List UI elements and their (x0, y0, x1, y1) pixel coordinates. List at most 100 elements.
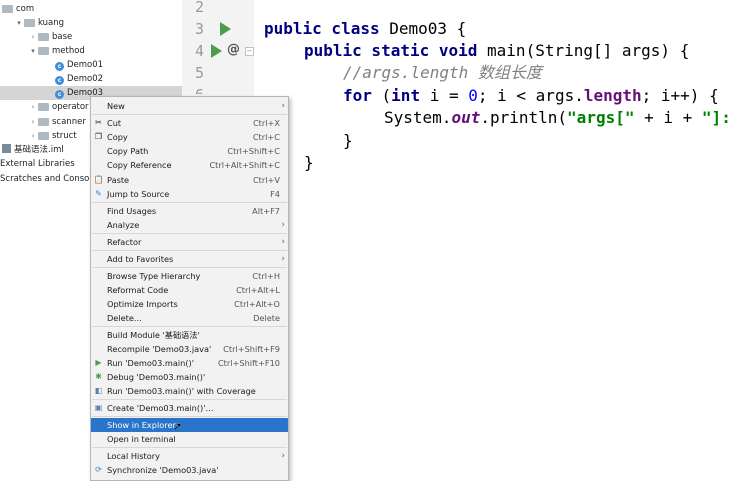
menu-separator (92, 114, 287, 115)
code-text: + i + (634, 108, 702, 127)
menu-item-optimize-imports[interactable]: Optimize Imports Ctrl+Alt+O (91, 297, 288, 311)
coverage-icon: ◧ (94, 386, 103, 395)
menu-item-refactor[interactable]: Refactor › (91, 235, 288, 249)
menu-item-jump-to-source[interactable]: ✎ Jump to Source F4 (91, 187, 288, 201)
tree-item-external-libraries[interactable]: External Libraries (0, 157, 75, 171)
menu-separator (92, 233, 287, 234)
submenu-arrow-icon: › (281, 220, 285, 230)
code-line-println: System.out.println("args[" + i + "]: (384, 107, 731, 129)
menu-item-new[interactable]: New › (91, 99, 288, 113)
tree-item-com[interactable]: com (2, 2, 34, 16)
tree-item-label: base (52, 32, 73, 42)
field-reference: out (451, 108, 481, 127)
tree-item-struct[interactable]: › struct (28, 129, 77, 143)
menu-item-delete[interactable]: Delete... Delete (91, 311, 288, 325)
keyword: for (343, 86, 382, 105)
java-class-icon: c (55, 90, 64, 99)
override-icon[interactable]: @ (227, 42, 240, 57)
chevron-down-icon[interactable]: ▾ (28, 44, 38, 58)
tree-item-demo01[interactable]: c Demo01 (55, 58, 103, 72)
menu-shortcut: Ctrl+X (252, 118, 280, 128)
menu-item-label: Find Usages (107, 206, 157, 216)
tree-item-scratches[interactable]: Scratches and Console (0, 172, 97, 186)
run-icon: ▶ (95, 358, 102, 367)
menu-item-debug[interactable]: ✱ Debug 'Demo03.main()' (91, 370, 288, 384)
menu-shortcut: F4 (270, 189, 280, 199)
line-number: 4 (194, 42, 204, 60)
menu-item-copy-path[interactable]: Copy Path Ctrl+Shift+C (91, 144, 288, 158)
run-class-icon[interactable] (220, 22, 231, 36)
code-text: i = (429, 86, 469, 105)
fold-marker-icon[interactable]: − (245, 47, 254, 56)
menu-shortcut: Ctrl+Alt+L (236, 285, 280, 295)
menu-separator (92, 202, 287, 203)
tree-item-kuang[interactable]: ▾ kuang (14, 16, 64, 30)
menu-item-show-in-explorer[interactable]: Show in Explorer ➚ (91, 418, 288, 432)
menu-shortcut: Delete (253, 313, 280, 323)
field-reference: length (583, 86, 642, 105)
chevron-down-icon[interactable]: ▾ (14, 16, 24, 30)
chevron-right-icon[interactable]: › (28, 129, 38, 143)
folder-icon (38, 47, 49, 55)
tree-item-demo02[interactable]: c Demo02 (55, 72, 103, 86)
tree-item-label: External Libraries (0, 159, 75, 169)
folder-icon (38, 103, 49, 111)
menu-item-local-history[interactable]: Local History › (91, 449, 288, 463)
menu-item-reformat-code[interactable]: Reformat Code Ctrl+Alt+L (91, 283, 288, 297)
code-text: ( (381, 86, 392, 105)
menu-item-create-configuration[interactable]: ▣ Create 'Demo03.main()'... (91, 401, 288, 415)
debug-icon: ✱ (95, 372, 102, 381)
menu-shortcut: Ctrl+Shift+F9 (223, 344, 280, 354)
tree-item-iml[interactable]: 基础语法.iml (2, 143, 64, 157)
menu-item-cut[interactable]: ✂ Cut Ctrl+X (91, 116, 288, 130)
tree-item-label: Scratches and Console (0, 174, 97, 184)
menu-item-synchronize[interactable]: ⟳ Synchronize 'Demo03.java' (91, 463, 288, 477)
menu-item-add-to-favorites[interactable]: Add to Favorites › (91, 252, 288, 266)
menu-item-find-usages[interactable]: Find Usages Alt+F7 (91, 204, 288, 218)
menu-item-label: Build Module '基础语法' (107, 330, 200, 340)
code-editor[interactable]: public class Demo03 { public static void… (254, 0, 750, 481)
menu-item-label: Delete... (107, 313, 142, 323)
menu-item-label: Browse Type Hierarchy (107, 271, 201, 281)
menu-item-label: Add to Favorites (107, 254, 174, 264)
menu-item-label: Recompile 'Demo03.java' (107, 344, 212, 354)
menu-item-browse-type-hierarchy[interactable]: Browse Type Hierarchy Ctrl+H (91, 269, 288, 283)
tree-item-method[interactable]: ▾ method (28, 44, 85, 58)
menu-shortcut: Ctrl+V (252, 175, 280, 185)
chevron-right-icon[interactable]: › (28, 115, 38, 129)
menu-item-paste[interactable]: 📋 Paste Ctrl+V (91, 173, 288, 187)
code-line-main: public static void main(String[] args) { (304, 40, 689, 62)
chevron-right-icon[interactable]: › (28, 100, 38, 114)
menu-item-label: Run 'Demo03.main()' (107, 358, 194, 368)
menu-shortcut: Alt+F7 (252, 206, 280, 216)
menu-item-label: Local History (107, 451, 160, 461)
code-text: System. (384, 108, 452, 127)
tree-item-operator[interactable]: › operator (28, 100, 89, 114)
sync-icon: ⟳ (95, 465, 102, 474)
scissors-icon: ✂ (95, 118, 102, 127)
line-number: 2 (194, 0, 204, 16)
menu-shortcut: Ctrl+H (252, 271, 280, 281)
string-literal: "]: (701, 108, 731, 127)
tree-item-base[interactable]: › base (28, 30, 73, 44)
folder-icon (24, 19, 35, 27)
menu-item-open-in-terminal[interactable]: Open in terminal (91, 432, 288, 446)
menu-item-label: Show in Explorer (107, 420, 176, 430)
copy-icon: ❐ (94, 132, 103, 141)
menu-item-copy[interactable]: ❐ Copy Ctrl+C (91, 130, 288, 144)
menu-item-copy-reference[interactable]: Copy Reference Ctrl+Alt+Shift+C (91, 158, 288, 172)
tree-item-scanner[interactable]: › scanner (28, 115, 86, 129)
chevron-right-icon[interactable]: › (28, 30, 38, 44)
run-method-icon[interactable] (211, 44, 222, 58)
menu-item-build-module[interactable]: Build Module '基础语法' (91, 328, 288, 342)
menu-item-analyze[interactable]: Analyze › (91, 218, 288, 232)
code-text: ; i++) { (641, 86, 719, 105)
folder-icon (38, 118, 49, 126)
menu-item-run[interactable]: ▶ Run 'Demo03.main()' Ctrl+Shift+F10 (91, 356, 288, 370)
folder-icon (2, 5, 13, 13)
menu-item-recompile[interactable]: Recompile 'Demo03.java' Ctrl+Shift+F9 (91, 342, 288, 356)
menu-item-run-with-coverage[interactable]: ◧ Run 'Demo03.main()' with Coverage (91, 384, 288, 398)
menu-item-label: Cut (107, 118, 122, 128)
menu-separator (92, 326, 287, 327)
number-literal: 0 (468, 86, 478, 105)
